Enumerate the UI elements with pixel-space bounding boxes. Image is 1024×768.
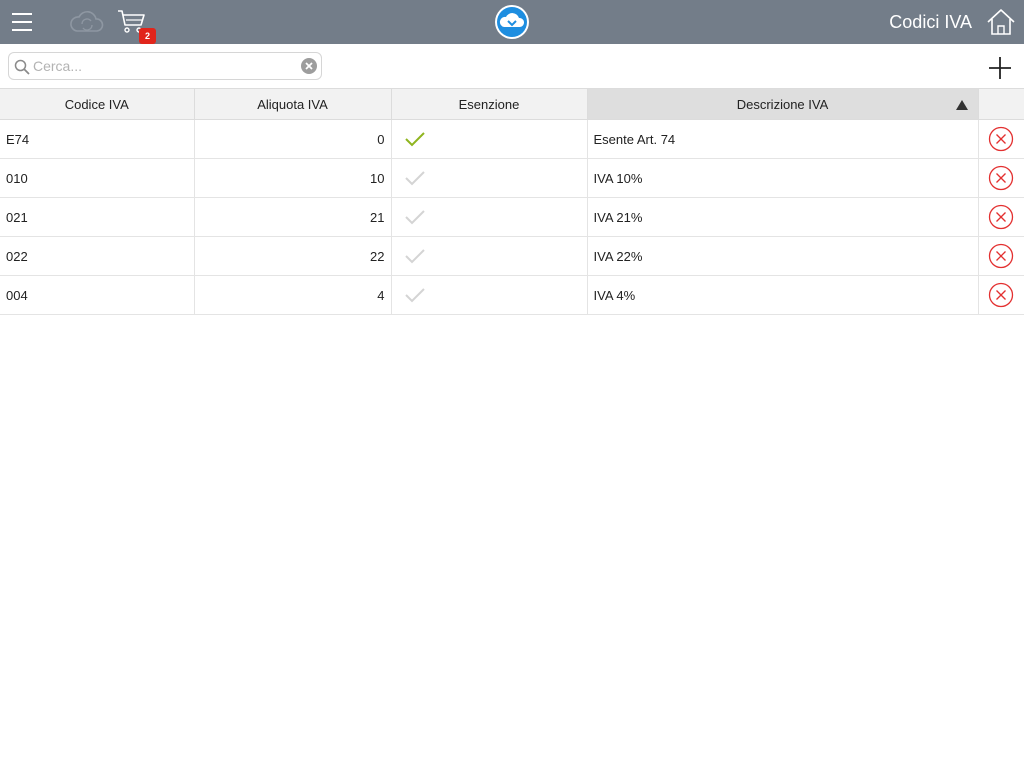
column-header-esenzione[interactable]: Esenzione [391,88,588,120]
checkmark-icon [404,249,425,264]
cell-aliquota: 22 [194,236,392,276]
sort-ascending-icon [955,100,968,110]
sync-button[interactable] [68,8,106,36]
plus-icon [989,57,1011,79]
delete-icon[interactable] [988,126,1014,152]
cart-button[interactable]: 2 [116,7,160,44]
search-icon [14,59,30,75]
table-row[interactable]: 004 4 IVA 4% [0,275,1024,315]
column-header-descrizione[interactable]: Descrizione IVA [587,88,979,120]
menu-icon [12,13,32,31]
cell-descrizione: IVA 22% [587,236,979,276]
cell-aliquota: 0 [194,119,392,159]
cell-codice: 021 [0,197,195,237]
cell-descrizione: Esente Art. 74 [587,119,979,159]
clear-search-button[interactable] [301,58,317,74]
checkmark-icon [404,171,425,186]
cell-esenzione [391,197,588,237]
iva-table: Codice IVA Aliquota IVA Esenzione Descri… [0,88,1024,315]
cell-codice: 004 [0,275,195,315]
page-title: Codici IVA [889,12,972,32]
cell-delete [978,236,1024,276]
add-button[interactable] [988,56,1012,80]
cloud-logo-icon [495,5,529,39]
cell-esenzione [391,158,588,198]
table-header-row: Codice IVA Aliquota IVA Esenzione Descri… [0,88,1024,120]
checkmark-icon [404,288,425,303]
clear-icon [305,62,313,70]
cloud-sync-icon [70,11,104,32]
checkmark-icon [404,132,425,147]
checkmark-icon [404,210,425,225]
cell-codice: 010 [0,158,195,198]
cell-aliquota: 10 [194,158,392,198]
cell-codice: 022 [0,236,195,276]
cell-codice: E74 [0,119,195,159]
cell-delete [978,119,1024,159]
column-header-aliquota[interactable]: Aliquota IVA [194,88,392,120]
search-box [8,52,322,80]
app-logo[interactable] [494,4,530,40]
cell-descrizione: IVA 21% [587,197,979,237]
cell-aliquota: 4 [194,275,392,315]
cell-delete [978,197,1024,237]
column-header-actions [978,88,1024,120]
delete-icon[interactable] [988,204,1014,230]
table-row[interactable]: 021 21 IVA 21% [0,197,1024,237]
cell-descrizione: IVA 10% [587,158,979,198]
column-header-codice[interactable]: Codice IVA [0,88,195,120]
delete-icon[interactable] [988,243,1014,269]
cell-descrizione: IVA 4% [587,275,979,315]
home-button[interactable] [986,8,1016,36]
cell-esenzione [391,275,588,315]
search-input[interactable] [33,56,295,76]
cell-esenzione [391,119,588,159]
top-bar: 2 Codici IVA [0,0,1024,44]
delete-icon[interactable] [988,282,1014,308]
cell-aliquota: 21 [194,197,392,237]
cell-delete [978,275,1024,315]
menu-button[interactable] [8,8,36,36]
table-row[interactable]: E74 0 Esente Art. 74 [0,119,1024,159]
cell-delete [978,158,1024,198]
delete-icon[interactable] [988,165,1014,191]
cart-count-badge: 2 [139,28,156,44]
table-row[interactable]: 010 10 IVA 10% [0,158,1024,198]
table-row[interactable]: 022 22 IVA 22% [0,236,1024,276]
cell-esenzione [391,236,588,276]
column-header-descrizione-label: Descrizione IVA [736,96,829,112]
home-icon [987,9,1015,35]
